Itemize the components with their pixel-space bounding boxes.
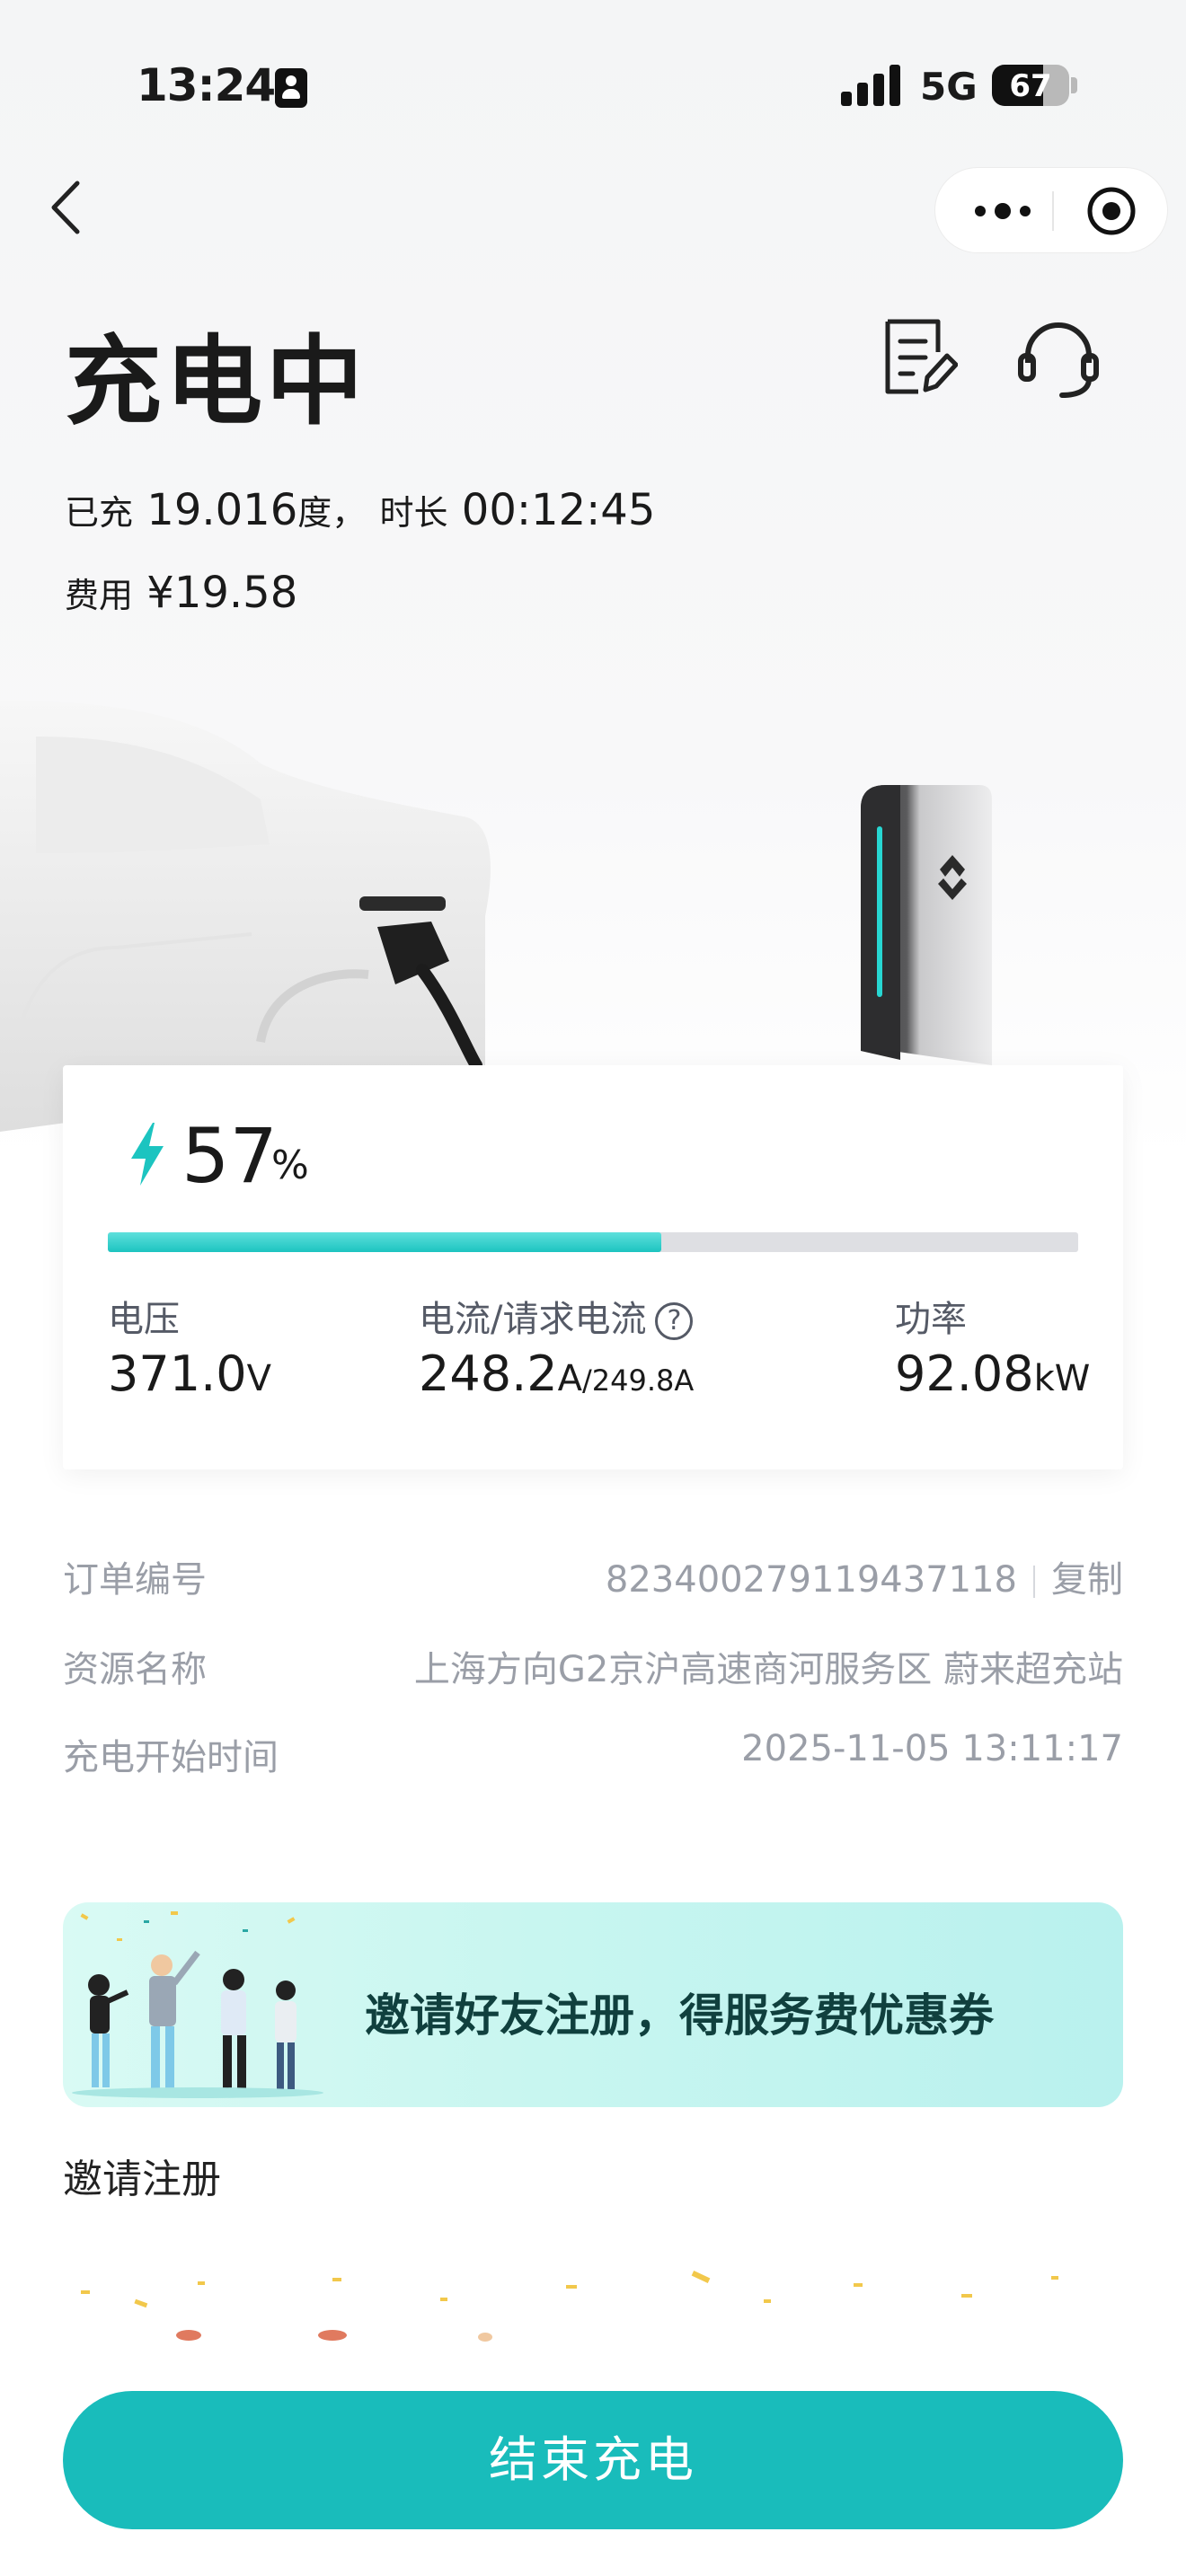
cost-summary: 费用 ¥19.58 (65, 568, 297, 618)
miniprogram-capsule (934, 167, 1168, 253)
copy-button[interactable]: 复制 (1051, 1559, 1123, 1601)
order-number-label: 订单编号 (63, 1559, 207, 1601)
power-value: 92.08 (895, 1345, 1034, 1402)
cost-label: 费用 (65, 576, 134, 615)
people-illustration (72, 1911, 323, 2098)
edit-icon[interactable] (882, 316, 958, 397)
charge-progress-bar (108, 1232, 1078, 1252)
charged-value: 19.016 (146, 485, 298, 535)
confetti-illustration (81, 2271, 1058, 2342)
signal-icon (841, 65, 900, 106)
charge-progress-fill (108, 1232, 661, 1252)
network-type: 5G (920, 65, 978, 109)
requested-current: /249.8A (581, 1363, 695, 1398)
current-label: 电流/请求电流 (419, 1299, 647, 1340)
resource-label: 资源名称 (63, 1649, 207, 1690)
back-icon[interactable] (43, 176, 97, 239)
power-value-group: 92.08kW (895, 1345, 1090, 1402)
cost-value: ¥19.58 (146, 568, 298, 618)
charged-label: 已充 (65, 493, 134, 533)
current-value-group: 248.2A/249.8A (419, 1345, 694, 1402)
current-value: 248.2 (419, 1345, 558, 1402)
target-icon[interactable] (1086, 186, 1137, 236)
invite-banner-text: 邀请好友注册，得服务费优惠券 (365, 1989, 994, 2042)
capsule-divider (1052, 191, 1054, 231)
battery-percent-unit: % (271, 1142, 309, 1188)
more-icon[interactable] (971, 191, 1034, 231)
order-number-value: 823400279119437118 (605, 1559, 1017, 1601)
copy-divider (1033, 1566, 1035, 1598)
duration-value: 00:12:45 (461, 485, 656, 535)
duration-label: 时长 (379, 493, 448, 533)
current-label-group: 电流/请求电流? (419, 1290, 694, 1342)
end-charging-button[interactable]: 结束充电 (63, 2391, 1123, 2529)
contact-card-icon (275, 68, 307, 108)
battery-tip (1071, 77, 1077, 93)
voltage-label: 电压 (108, 1299, 180, 1340)
bolt-icon (131, 1123, 164, 1186)
invite-section-title: 邀请注册 (63, 2157, 221, 2202)
voltage-value-group: 371.0V (108, 1345, 271, 1402)
charged-unit: 度， (297, 493, 367, 533)
charged-summary: 已充 19.016度， 时长 00:12:45 (65, 485, 655, 535)
order-number-row: 823400279119437118 复制 (606, 1550, 1123, 1602)
voltage-value: 371.0 (108, 1345, 247, 1402)
battery-level: 67 (1009, 68, 1052, 104)
status-time: 13:24 (137, 59, 276, 111)
current-unit: A (557, 1358, 582, 1399)
help-icon[interactable]: ? (655, 1302, 694, 1340)
battery-percent: 57 (181, 1112, 278, 1200)
voltage-unit: V (246, 1358, 271, 1399)
charging-illustration (0, 701, 992, 1132)
page-title: 充电中 (65, 326, 367, 438)
power-label: 功率 (895, 1299, 967, 1340)
power-unit: kW (1033, 1358, 1091, 1399)
battery-icon: 67 (992, 65, 1069, 106)
resource-value: 上海方向G2京沪高速商河服务区 蔚来超充站 (413, 1649, 1123, 1690)
start-time-label: 充电开始时间 (63, 1737, 279, 1778)
headset-icon[interactable] (1015, 316, 1102, 401)
start-time-value: 2025-11-05 13:11:17 (741, 1728, 1123, 1769)
